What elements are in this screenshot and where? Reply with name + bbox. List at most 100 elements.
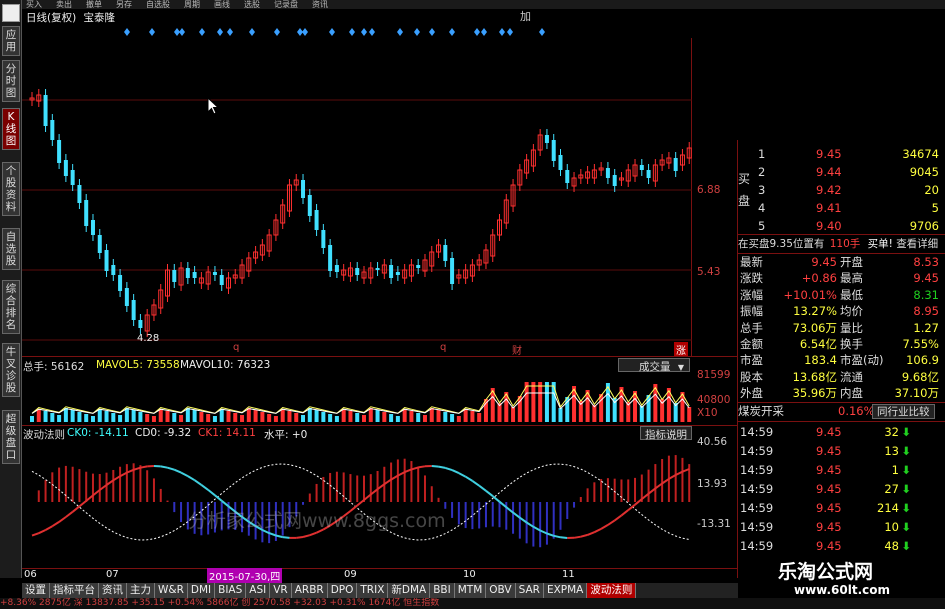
bid-volume: 34674 xyxy=(902,147,939,161)
indicator-tab[interactable]: 指标平台 xyxy=(50,583,99,598)
indicator-tab[interactable]: DPO xyxy=(327,583,358,598)
indicator-bar xyxy=(654,464,657,502)
tick-time: 14:59 xyxy=(740,425,774,439)
menu-item[interactable]: 周期 xyxy=(184,0,200,9)
menu-item[interactable]: 记录盘 xyxy=(274,0,298,9)
menu-item[interactable]: 画线 xyxy=(214,0,230,9)
indicator-bar xyxy=(396,459,399,502)
candle-body xyxy=(314,210,319,230)
tab-diagnosis[interactable]: 牛叉诊股 xyxy=(2,343,20,397)
indicator-tab[interactable]: TRIX xyxy=(357,583,389,598)
kline-chart[interactable] xyxy=(22,20,738,360)
indicator-bar xyxy=(146,470,149,502)
indicator-tab[interactable]: MTM xyxy=(454,583,487,598)
volume-bar xyxy=(456,416,461,422)
menu-item[interactable]: 撤单 xyxy=(86,0,102,9)
indicator-tab[interactable]: 波动法则 xyxy=(587,583,637,598)
indicator-tab[interactable]: 主力 xyxy=(127,583,155,598)
volume-bar xyxy=(287,411,292,422)
indicator-ck-segment xyxy=(309,531,317,537)
volume-bar xyxy=(226,411,231,422)
indicator-chart[interactable] xyxy=(22,440,692,568)
indicator-ck-segment xyxy=(275,534,283,539)
stat-row: 最新 9.45 开盘 8.53 xyxy=(738,254,945,271)
app-tool-icon[interactable] xyxy=(2,4,20,22)
menu-item[interactable]: 自选股 xyxy=(146,0,170,9)
menu-item[interactable]: 卖出 xyxy=(56,0,72,9)
indicator-tab[interactable]: BBI xyxy=(430,583,455,598)
bid-level-row[interactable]: 4 9.41 5 xyxy=(738,200,945,217)
tab-watchlist[interactable]: 自选股 xyxy=(2,228,20,270)
indicator-bar xyxy=(91,473,94,502)
indicator-explain-button[interactable]: 指标说明 xyxy=(640,426,692,441)
indicator-tab[interactable]: VR xyxy=(270,583,292,598)
bid-level-row[interactable]: 2 9.44 9045 xyxy=(738,164,945,181)
indicator-tab[interactable]: W&R xyxy=(155,583,188,598)
indicator-tab[interactable]: ARBR xyxy=(291,583,328,598)
bid-level-row[interactable]: 5 9.40 9706 xyxy=(738,218,945,235)
indicator-tab[interactable]: ASI xyxy=(246,583,271,598)
menu-item[interactable]: 另存 xyxy=(116,0,132,9)
indicator-tab[interactable]: 资讯 xyxy=(99,583,127,598)
indicator-ck-segment xyxy=(45,525,53,531)
volume-chart[interactable] xyxy=(22,370,692,424)
volume-bar xyxy=(219,409,224,422)
tab-rankings[interactable]: 综合排名 xyxy=(2,280,20,334)
indicator-tab[interactable]: OBV xyxy=(486,583,516,598)
event-diamond-icon xyxy=(474,28,480,36)
indicator-tab[interactable]: DMI xyxy=(187,583,216,598)
volume-bar xyxy=(307,408,312,422)
event-diamond-icon xyxy=(481,28,487,36)
stat-value: 106.9 xyxy=(906,353,939,368)
volume-bar xyxy=(334,416,339,422)
indicator-tab[interactable]: 设置 xyxy=(22,583,50,598)
tab-stock-profile[interactable]: 个股资料 xyxy=(2,162,20,216)
sector-compare-button[interactable]: 同行业比较 xyxy=(872,404,935,419)
indicator-tab[interactable]: BIAS xyxy=(215,583,247,598)
stat-key: 外盘 xyxy=(740,386,763,401)
event-marker[interactable]: 财 xyxy=(512,342,522,357)
indicator-tab[interactable]: EXPMA xyxy=(543,583,588,598)
menu-item[interactable]: 买入 xyxy=(26,0,42,9)
candle-body xyxy=(43,95,48,126)
stat-value: 13.68亿 xyxy=(792,369,837,384)
cd0-label: CD0: -9.32 xyxy=(135,427,192,439)
menu-item[interactable]: 资讯 xyxy=(312,0,328,9)
indicator-bar xyxy=(532,502,535,547)
indicator-ck-segment xyxy=(526,521,534,528)
candle-body xyxy=(212,272,217,275)
volume-axis-tick: 81599 xyxy=(697,369,731,381)
volume-bar xyxy=(124,408,129,422)
event-marker[interactable]: q xyxy=(233,342,239,353)
sector-name[interactable]: 煤炭开采 xyxy=(738,404,784,418)
tab-apps[interactable]: 应用 xyxy=(2,26,20,56)
event-diamond-icon xyxy=(274,28,280,36)
indicator-bar xyxy=(661,458,664,502)
indicator-ck-segment xyxy=(363,493,372,501)
bid-info-link[interactable]: 查看详细 xyxy=(896,238,938,250)
tab-intraday[interactable]: 分时图 xyxy=(2,60,20,102)
candle-body xyxy=(395,272,400,275)
bid-price: 9.44 xyxy=(816,165,842,179)
bid-level-row[interactable]: 1 9.45 34674 xyxy=(738,146,945,163)
indicator-tab[interactable]: 新DMA xyxy=(388,583,431,598)
stat-row: 总手 73.06万 量比 1.27 xyxy=(738,320,945,337)
event-diamond-icon xyxy=(349,28,355,36)
tab-super-quote[interactable]: 超级盘口 xyxy=(2,410,20,464)
volume-bar xyxy=(118,415,123,422)
event-marker[interactable]: q xyxy=(440,342,446,353)
volume-bar xyxy=(36,409,41,422)
indicator-tab[interactable]: SAR xyxy=(515,583,544,598)
bid-level-row[interactable]: 3 9.42 20 xyxy=(738,182,945,199)
event-marker[interactable]: 涨 xyxy=(674,342,688,357)
menu-item[interactable]: 选股 xyxy=(244,0,260,9)
tab-kline[interactable]: K线图 xyxy=(2,108,20,150)
stat-value: 8.53 xyxy=(913,255,939,269)
volume-bar xyxy=(158,409,163,422)
candle-body xyxy=(192,272,197,278)
event-diamond-icon xyxy=(329,28,335,36)
event-diamond-icon xyxy=(499,28,505,36)
indicator-bar xyxy=(58,467,61,502)
volume-bar xyxy=(192,410,197,422)
stat-value: 1.27 xyxy=(913,320,939,335)
